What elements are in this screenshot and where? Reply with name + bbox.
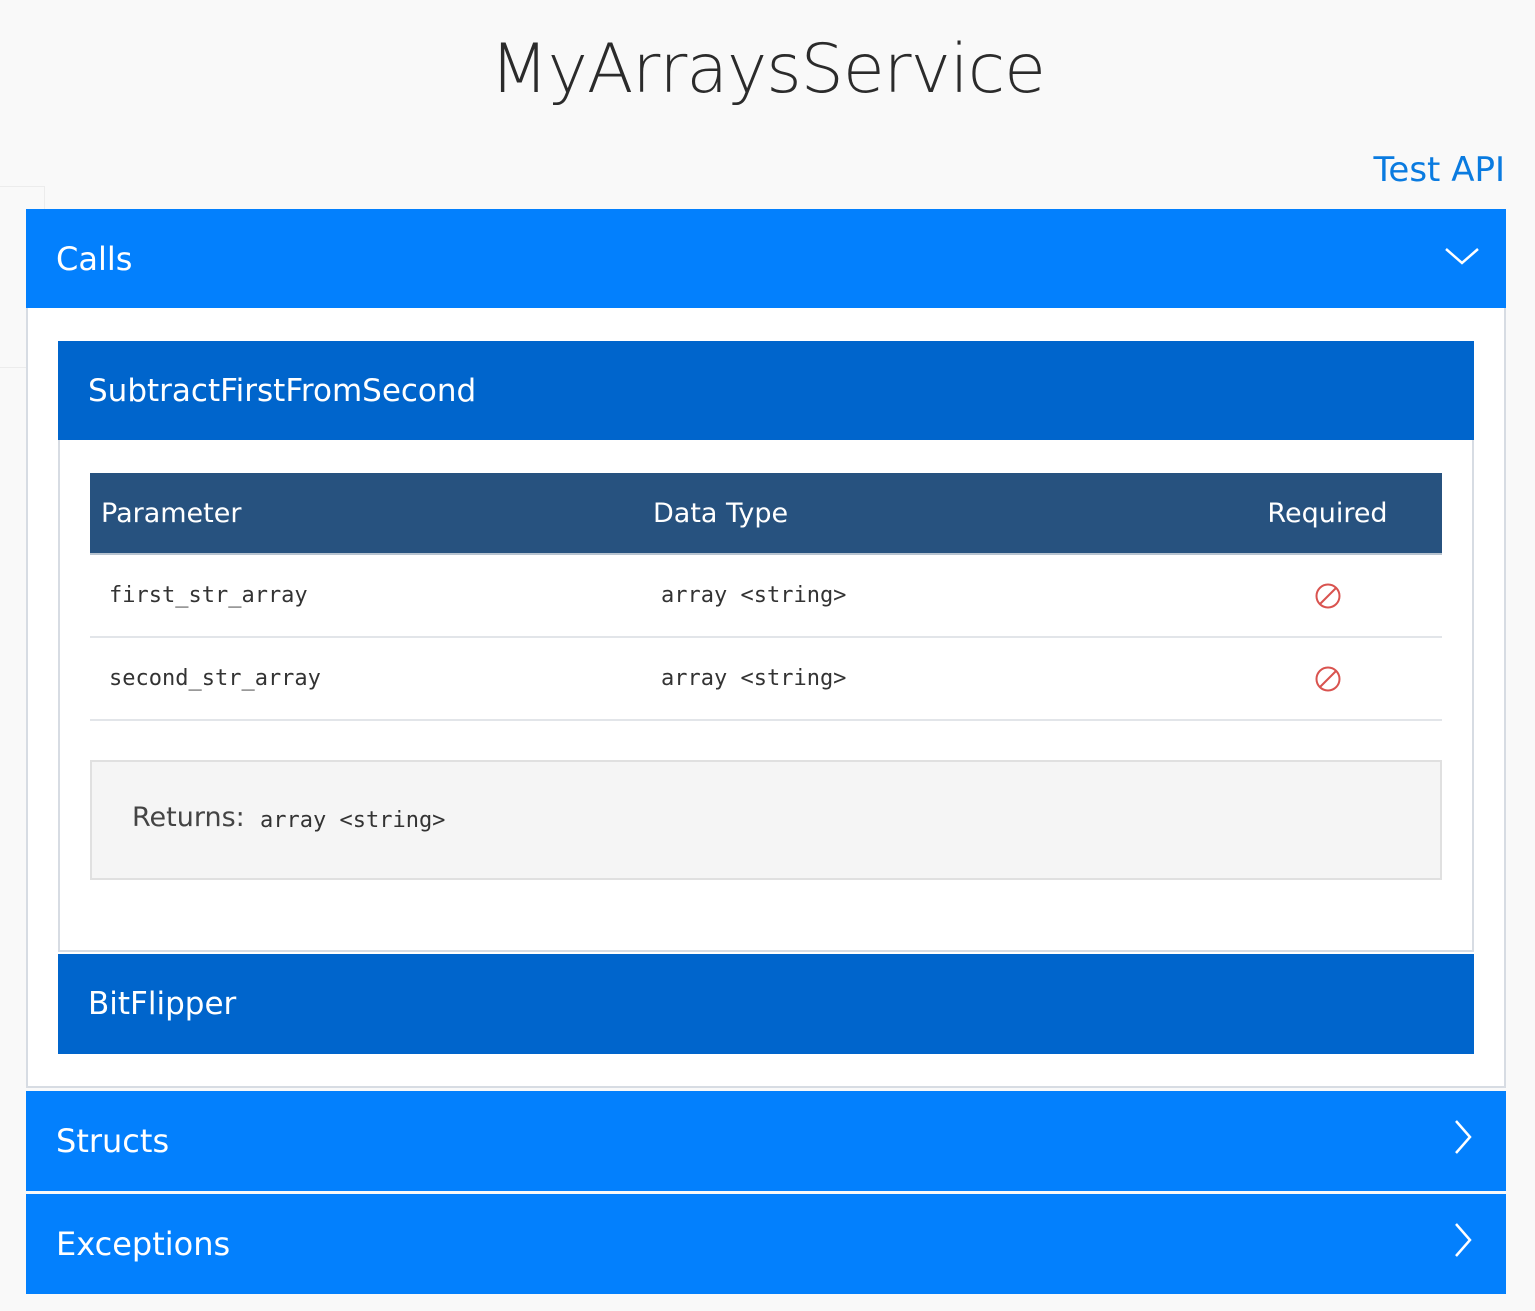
call-header-subtractfirstfromsecond[interactable]: SubtractFirstFromSecond <box>58 341 1474 441</box>
parameter-required <box>1213 637 1442 721</box>
returns-label: Returns: <box>132 802 245 833</box>
column-header-required: Required <box>1213 473 1442 555</box>
returns-box: Returns: array <string> <box>90 760 1442 880</box>
structs-section-header[interactable]: Structs <box>26 1091 1506 1191</box>
table-row: first_str_array array <string> <box>90 554 1442 638</box>
not-required-icon <box>1315 666 1340 691</box>
not-required-icon <box>1315 583 1340 608</box>
table-row: second_str_array array <string> <box>90 637 1442 721</box>
column-header-data-type: Data Type <box>653 473 1213 555</box>
table-header-row: Parameter Data Type Required <box>90 473 1442 555</box>
structs-section-label: Structs <box>56 1122 170 1160</box>
chevron-right-icon <box>1455 1223 1472 1257</box>
call-header-bitflipper[interactable]: BitFlipper <box>58 954 1474 1054</box>
parameter-type: array <string> <box>653 637 1213 721</box>
column-header-parameter: Parameter <box>90 473 653 555</box>
parameter-name: first_str_array <box>90 554 653 638</box>
exceptions-section-label: Exceptions <box>56 1225 231 1263</box>
returns-type: array <string> <box>260 808 446 833</box>
exceptions-section-header[interactable]: Exceptions <box>26 1194 1506 1294</box>
page-title: MyArraysService <box>490 30 1046 109</box>
chevron-right-icon <box>1455 1120 1472 1154</box>
test-api-link[interactable]: Test API <box>1373 148 1505 192</box>
calls-section-header[interactable]: Calls <box>26 209 1506 309</box>
call-name: BitFlipper <box>88 986 237 1022</box>
parameters-table: Parameter Data Type Required first_str_a… <box>90 473 1442 721</box>
parameter-required <box>1213 554 1442 638</box>
parameter-type: array <string> <box>653 554 1213 638</box>
parameter-name: second_str_array <box>90 637 653 721</box>
chevron-down-icon <box>1445 248 1479 265</box>
call-name: SubtractFirstFromSecond <box>88 373 477 409</box>
calls-section-label: Calls <box>56 240 133 278</box>
